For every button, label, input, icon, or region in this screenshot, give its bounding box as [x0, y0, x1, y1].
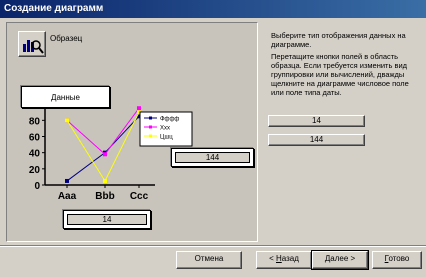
legend-label: Цшц: [160, 135, 173, 141]
separator: [0, 245, 426, 247]
back-rest: азад: [281, 254, 299, 263]
legend-marker: [149, 134, 152, 138]
category-field-value: 14: [102, 215, 112, 224]
back-button[interactable]: < Назад: [256, 251, 312, 269]
data-point: [103, 178, 107, 183]
series-line: [66, 107, 140, 156]
data-point: [137, 106, 141, 111]
legend-label: Фффф: [160, 117, 179, 123]
data-point: [65, 118, 69, 123]
y-tick-label: 80: [29, 116, 41, 127]
next-rest: алее >: [330, 254, 356, 263]
back-prefix: <: [269, 254, 276, 263]
y-tick-label: 0: [34, 181, 40, 192]
series-field-drop[interactable]: 144: [171, 148, 254, 167]
finish-rest: отово: [388, 254, 410, 263]
info-text: Выберите тип отображения данных на диагр…: [271, 31, 421, 100]
window-title: Создание диаграмм: [0, 0, 426, 18]
data-field-label: Данные: [51, 92, 80, 102]
field-button-144[interactable]: 144: [268, 134, 365, 146]
category-field-drop[interactable]: 14: [63, 210, 151, 229]
info-line-2: Перетащите кнопки полей в область образц…: [271, 52, 409, 97]
series-line: [66, 115, 140, 182]
y-tick-label: 20: [29, 165, 41, 176]
info-line-1: Выберите тип отображения данных на диагр…: [271, 31, 406, 49]
series-field-value: 144: [205, 153, 220, 162]
y-tick-label: 60: [29, 133, 41, 144]
data-point: [65, 178, 69, 183]
legend-marker: [149, 116, 152, 120]
sample-panel: Образец 020406080100120AaaBbbCccФфффХxxЦ…: [6, 22, 258, 242]
data-field-drop[interactable]: Данные: [21, 86, 110, 108]
x-tick-label: Aaa: [58, 191, 77, 202]
finish-button[interactable]: Готово: [372, 251, 422, 269]
legend-marker: [149, 125, 152, 129]
data-point: [103, 152, 107, 157]
x-tick-label: Ccc: [130, 191, 149, 202]
field-button-14[interactable]: 14: [268, 115, 365, 127]
legend-label: Хxx: [160, 126, 170, 132]
x-tick-label: Bbb: [95, 191, 114, 202]
next-button[interactable]: Далее >: [311, 250, 369, 270]
y-tick-label: 40: [29, 149, 41, 160]
cancel-button[interactable]: Отмена: [176, 251, 242, 269]
